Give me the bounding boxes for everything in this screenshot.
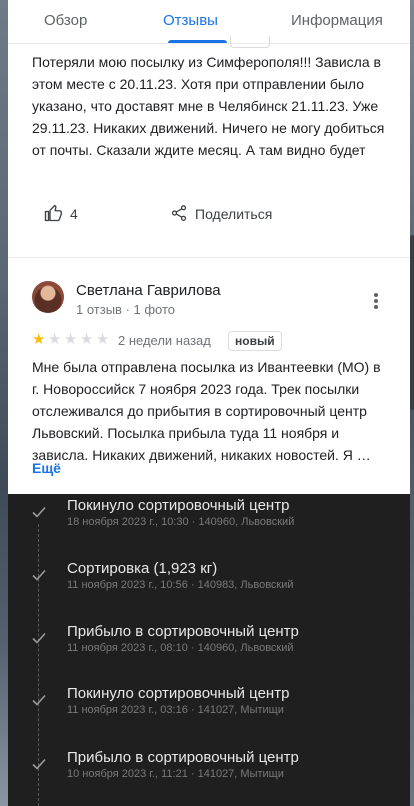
tracking-title: Покинуло сортировочный центр <box>67 685 290 702</box>
tracking-title: Сортировка (1,923 кг) <box>67 560 218 577</box>
tracking-details: 11 ноября 2023 г., 03:16 · 141027, Мытищ… <box>67 704 284 716</box>
tracking-item: Покинуло сортировочный центр 18 ноября 2… <box>8 494 410 544</box>
active-tab-indicator <box>168 40 227 43</box>
share-label: Поделиться <box>195 206 273 222</box>
share-icon <box>171 205 187 221</box>
tracking-item: Прибыло в сортировочный центр 11 ноября … <box>8 620 410 670</box>
background-photo-strip-left <box>0 0 8 806</box>
review-text: Потеряли мою посылку из Симферополя!!! З… <box>32 54 385 158</box>
star-icon: ★ <box>32 331 46 348</box>
tracking-details: 18 ноября 2023 г., 10:30 · 140960, Львов… <box>67 516 295 528</box>
more-vert-icon[interactable] <box>366 290 386 312</box>
review-date: 2 недели назад <box>118 333 211 348</box>
tracking-details: 10 ноября 2023 г., 11:21 · 141027, Мытищ… <box>67 768 284 780</box>
tracking-title: Покинуло сортировочный центр <box>67 497 290 514</box>
reviewer-meta: 1 отзыв · 1 фото <box>76 302 176 317</box>
star-icon: ★ <box>48 331 62 348</box>
star-icon: ★ <box>80 331 94 348</box>
tracking-item: Сортировка (1,923 кг) 11 ноября 2023 г.,… <box>8 557 410 607</box>
tab-overview[interactable]: Обзор <box>44 12 87 29</box>
tab-bar: Обзор Отзывы Информация <box>8 0 410 44</box>
thumb-up-icon <box>44 204 62 222</box>
check-icon <box>32 506 46 518</box>
review-actions: 4 Поделиться <box>8 199 410 229</box>
star-icon: ★ <box>64 331 78 348</box>
like-button[interactable]: 4 <box>44 203 96 225</box>
tracking-title: Прибыло в сортировочный центр <box>67 749 299 766</box>
reviewer-avatar[interactable] <box>32 281 64 313</box>
check-icon <box>32 694 46 706</box>
review-text: Мне была отправлена посылка из Ивантеевк… <box>32 359 381 463</box>
scrollbar-thumb[interactable] <box>410 235 414 410</box>
tab-reviews[interactable]: Отзывы <box>163 12 218 29</box>
like-count: 4 <box>70 206 78 222</box>
review-divider <box>8 257 410 258</box>
tracking-item: Покинуло сортировочный центр 11 ноября 2… <box>8 682 410 732</box>
reviews-panel: Обзор Отзывы Информация Потеряли мою пос… <box>8 0 410 494</box>
check-icon <box>32 632 46 644</box>
partial-chip <box>230 36 270 48</box>
new-badge: новый <box>228 331 282 351</box>
tab-info[interactable]: Информация <box>291 12 383 29</box>
check-icon <box>32 569 46 581</box>
tracking-title: Прибыло в сортировочный центр <box>67 623 299 640</box>
tracking-history: Покинуло сортировочный центр 18 ноября 2… <box>8 494 410 806</box>
share-button[interactable]: Поделиться <box>170 203 290 225</box>
tracking-details: 11 ноября 2023 г., 10:56 · 140983, Львов… <box>67 579 294 591</box>
star-icon: ★ <box>96 331 110 348</box>
tracking-item: Прибыло в сортировочный центр 10 ноября … <box>8 746 410 796</box>
tracking-details: 11 ноября 2023 г., 08:10 · 140960, Львов… <box>67 642 294 654</box>
more-link[interactable]: Ещё <box>32 460 61 476</box>
check-icon <box>32 758 46 770</box>
reviewer-name[interactable]: Светлана Гаврилова <box>76 282 221 299</box>
